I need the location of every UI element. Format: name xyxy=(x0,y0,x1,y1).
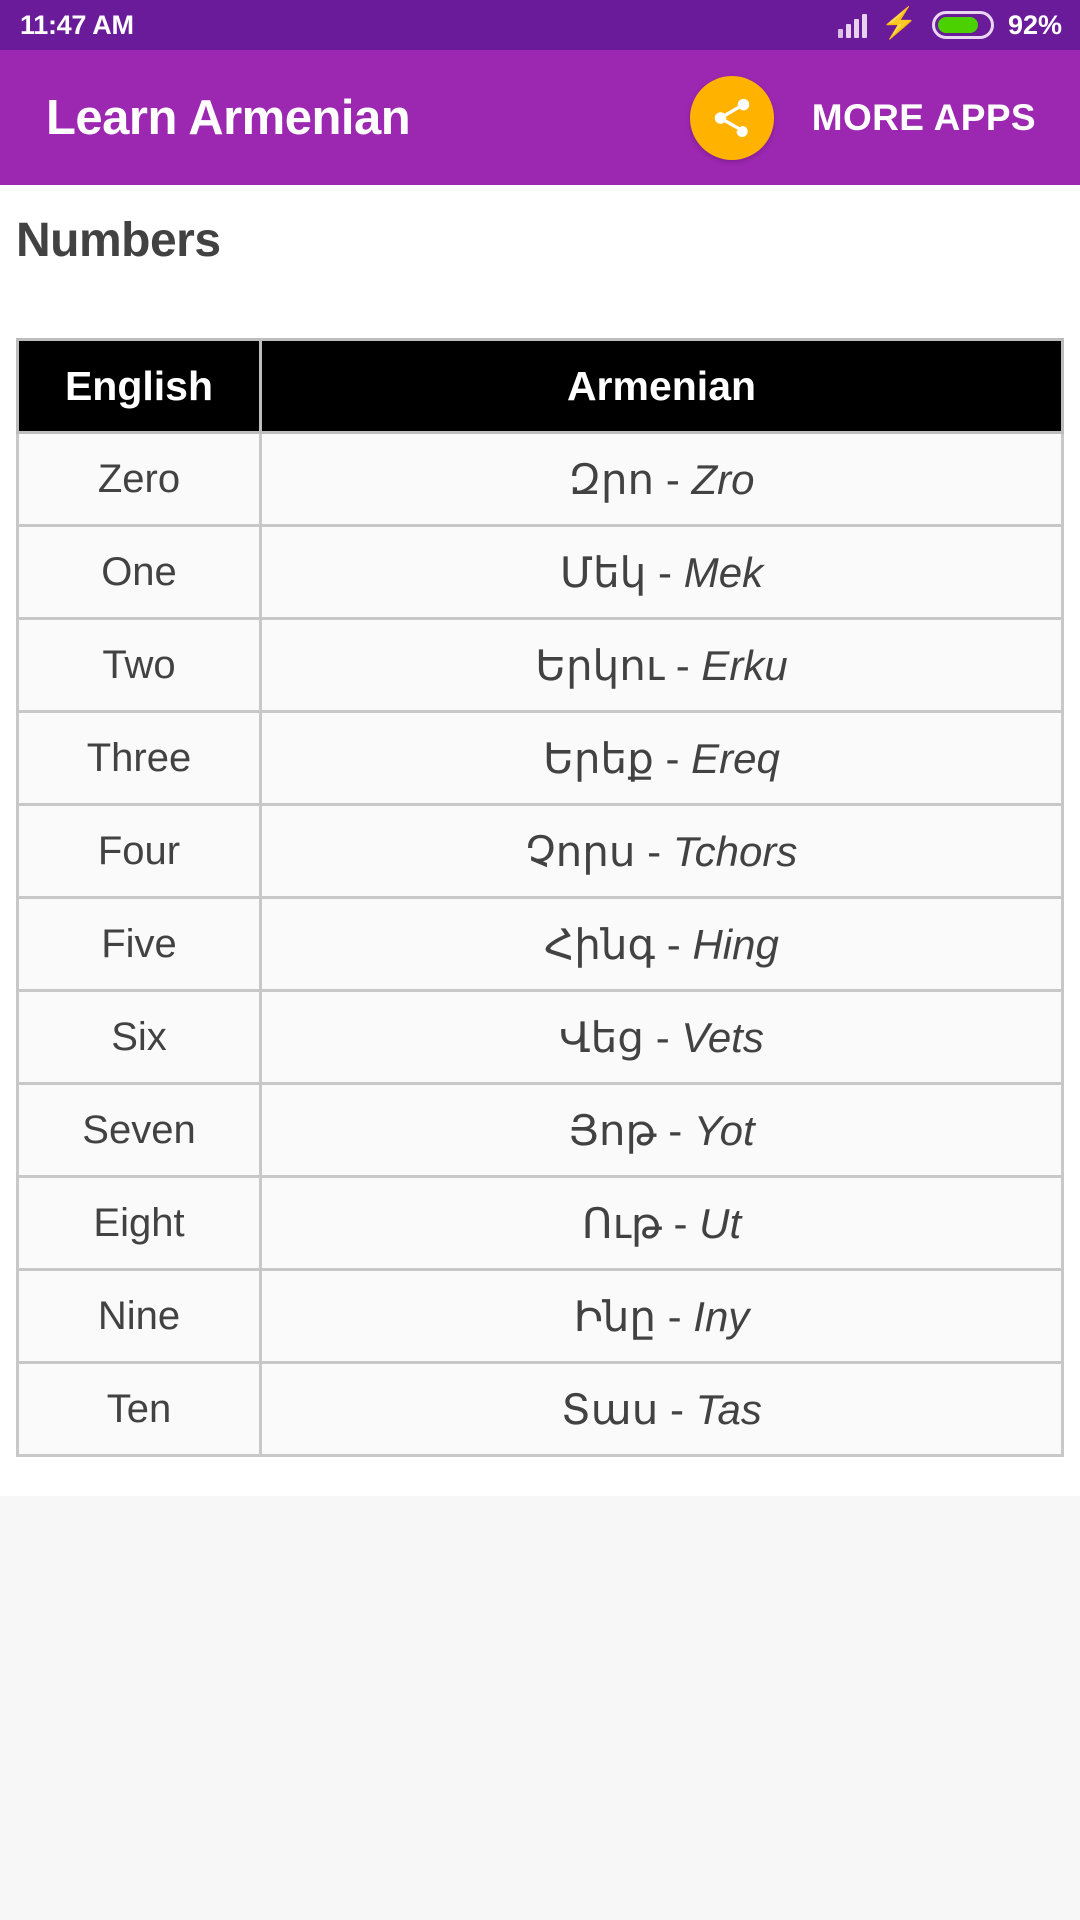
battery-percent-label: 92% xyxy=(1007,9,1062,40)
armenian-transliteration: Tchors xyxy=(672,827,798,875)
cell-armenian: Ինը - Iny xyxy=(262,1271,1064,1364)
armenian-separator: - xyxy=(656,1106,694,1154)
armenian-separator: - xyxy=(664,641,702,689)
armenian-native-text: Տաս xyxy=(561,1385,659,1433)
table-row[interactable]: Four Չորս - Tchors xyxy=(16,806,1064,899)
vocabulary-table: English Armenian Zero Զրո - Zro One Մեկ - M… xyxy=(16,338,1064,1457)
armenian-native-text: Վեց xyxy=(559,1013,645,1061)
table-body: Zero Զրո - Zro One Մեկ - Mek Two Երկու - Erku… xyxy=(16,434,1064,1457)
battery-icon xyxy=(931,11,994,39)
table-row[interactable]: One Մեկ - Mek xyxy=(16,527,1064,620)
table-row[interactable]: Five Հինգ - Hing xyxy=(16,899,1064,992)
armenian-native-text: Մեկ xyxy=(559,548,647,596)
column-header-armenian: Armenian xyxy=(262,338,1064,434)
cell-armenian: Վեց - Vets xyxy=(262,992,1064,1085)
column-header-english: English xyxy=(16,338,262,434)
cell-english: Seven xyxy=(16,1085,262,1178)
armenian-native-text: Երկու xyxy=(535,641,665,689)
cell-english: Ten xyxy=(16,1364,262,1457)
signal-strength-icon xyxy=(837,12,867,38)
cell-english: Two xyxy=(16,620,262,713)
table-header-row: English Armenian xyxy=(16,338,1064,434)
cell-english: Four xyxy=(16,806,262,899)
cell-armenian: Ութ - Ut xyxy=(262,1178,1064,1271)
table-row[interactable]: Nine Ինը - Iny xyxy=(16,1271,1064,1364)
cell-armenian: Զրո - Zro xyxy=(262,434,1064,527)
page-title: Numbers xyxy=(16,214,221,267)
cell-armenian: Տաս - Tas xyxy=(262,1364,1064,1457)
armenian-transliteration: Zro xyxy=(691,455,755,503)
armenian-native-text: Երեք xyxy=(543,734,654,782)
cell-armenian: Երկու - Erku xyxy=(262,620,1064,713)
cell-english: Six xyxy=(16,992,262,1085)
table-row[interactable]: Ten Տաս - Tas xyxy=(16,1364,1064,1457)
armenian-separator: - xyxy=(646,548,684,596)
cell-armenian: Չորս - Tchors xyxy=(262,806,1064,899)
content-bottom-spacer xyxy=(0,1496,1080,1708)
cell-english: Three xyxy=(16,713,262,806)
armenian-transliteration: Ut xyxy=(699,1199,742,1247)
cell-armenian: Երեք - Ereq xyxy=(262,713,1064,806)
armenian-separator: - xyxy=(653,734,692,782)
armenian-native-text: Յոթ xyxy=(568,1106,657,1154)
table-row[interactable]: Two Երկու - Erku xyxy=(16,620,1064,713)
armenian-separator: - xyxy=(658,1385,696,1433)
cell-english: Five xyxy=(16,899,262,992)
cell-armenian: Հինգ - Hing xyxy=(262,899,1064,992)
cell-english: Nine xyxy=(16,1271,262,1364)
cell-english: Eight xyxy=(16,1178,262,1271)
status-bar-indicators: ⚡ 92% xyxy=(837,7,1062,41)
armenian-transliteration: Iny xyxy=(693,1292,750,1340)
cell-english: One xyxy=(16,527,262,620)
armenian-native-text: Զրո xyxy=(568,455,655,503)
charging-bolt-icon: ⚡ xyxy=(880,7,918,40)
status-bar: 11:47 AM ⚡ 92% xyxy=(0,0,1080,50)
armenian-transliteration: Mek xyxy=(683,548,764,596)
armenian-separator: - xyxy=(654,455,692,503)
cell-armenian: Մեկ - Mek xyxy=(262,527,1064,620)
armenian-separator: - xyxy=(655,920,693,968)
armenian-native-text: Ութ xyxy=(581,1199,662,1247)
armenian-native-text: Հինգ xyxy=(544,920,656,968)
table-row[interactable]: Eight Ութ - Ut xyxy=(16,1178,1064,1271)
content-area: Numbers English Armenian Zero Զրո - Zro On… xyxy=(0,185,1080,1708)
cell-english: Zero xyxy=(16,434,262,527)
armenian-transliteration: Vets xyxy=(681,1013,764,1061)
table-header: English Armenian xyxy=(16,338,1064,434)
armenian-transliteration: Yot xyxy=(693,1106,755,1154)
table-row[interactable]: Six Վեց - Vets xyxy=(16,992,1064,1085)
armenian-transliteration: Tas xyxy=(695,1385,762,1433)
armenian-transliteration: Ereq xyxy=(691,734,780,782)
armenian-native-text: Չորս xyxy=(525,827,636,875)
app-bar-actions: MORE APPS xyxy=(689,75,1056,160)
share-icon xyxy=(709,95,755,141)
armenian-separator: - xyxy=(635,827,673,875)
table-row[interactable]: Three Երեք - Ereq xyxy=(16,713,1064,806)
share-button[interactable] xyxy=(689,75,774,160)
armenian-transliteration: Hing xyxy=(692,920,779,968)
status-bar-clock: 11:47 AM xyxy=(20,9,134,40)
armenian-separator: - xyxy=(644,1013,682,1061)
app-bar: Learn Armenian MORE APPS xyxy=(0,50,1080,185)
table-row[interactable]: Seven Յոթ - Yot xyxy=(16,1085,1064,1178)
more-apps-button[interactable]: MORE APPS xyxy=(812,97,1036,139)
armenian-transliteration: Erku xyxy=(701,641,788,689)
armenian-separator: - xyxy=(661,1199,700,1247)
app-title: Learn Armenian xyxy=(46,90,411,145)
table-row[interactable]: Zero Զրո - Zro xyxy=(16,434,1064,527)
armenian-separator: - xyxy=(655,1292,694,1340)
armenian-native-text: Ինը xyxy=(573,1292,656,1340)
cell-armenian: Յոթ - Yot xyxy=(262,1085,1064,1178)
